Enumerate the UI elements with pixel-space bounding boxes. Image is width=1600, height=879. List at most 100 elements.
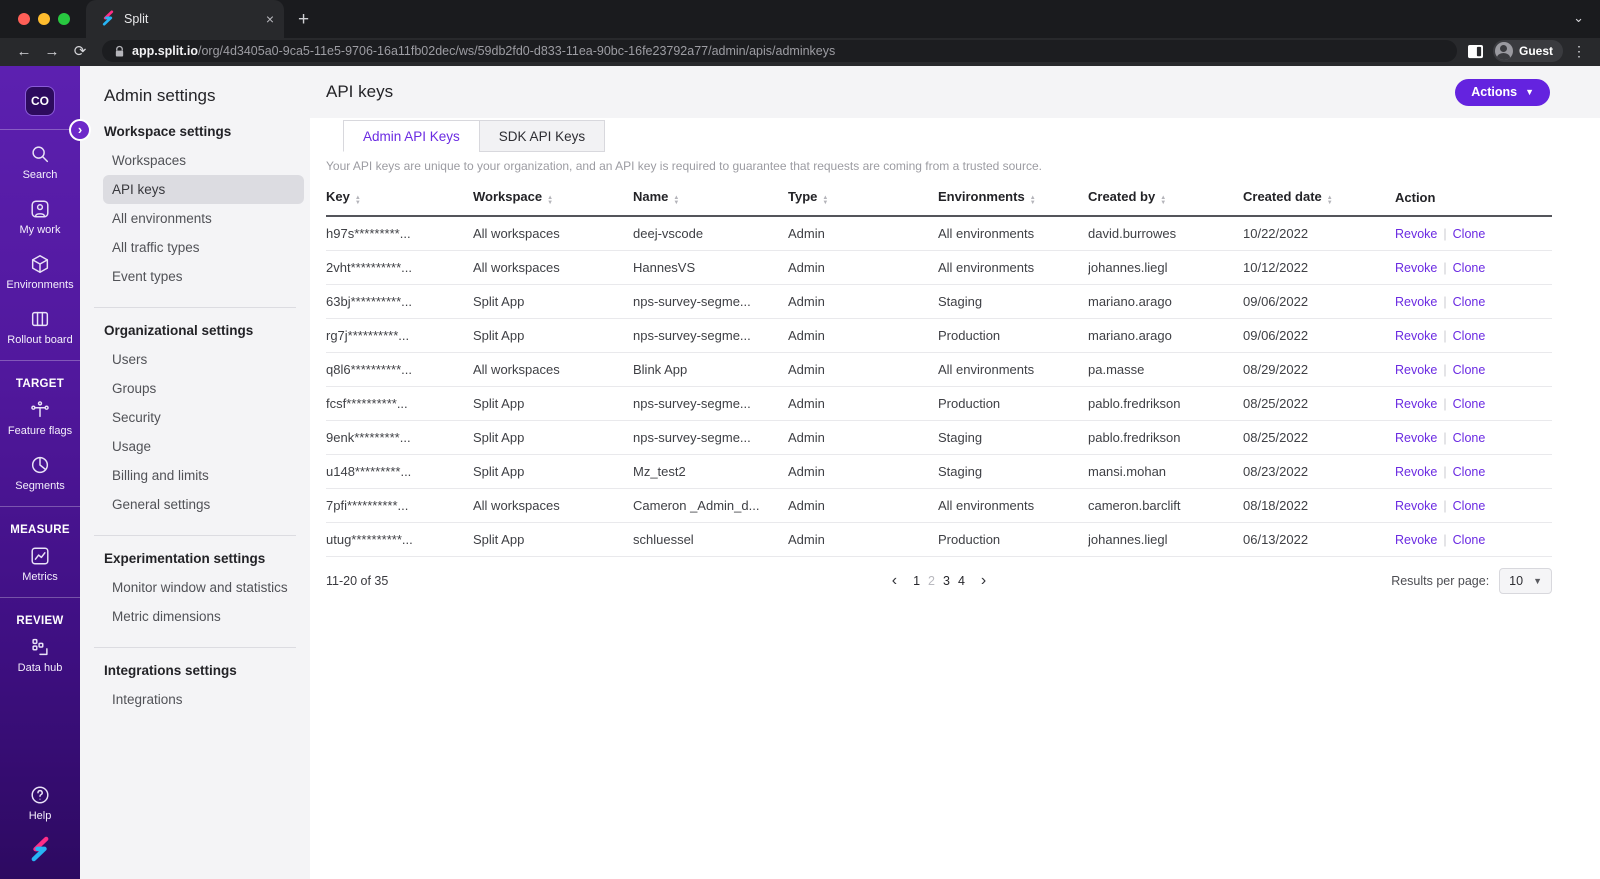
sidebar-item-search[interactable]: Search — [0, 143, 80, 181]
clone-link[interactable]: Clone — [1453, 465, 1486, 479]
forward-button[interactable]: → — [40, 44, 64, 59]
settings-nav-item-all-environments[interactable]: All environments — [103, 204, 304, 233]
sidebar-item-rollout-board[interactable]: Rollout board — [0, 308, 80, 346]
table-row: 9enk*********... Split App nps-survey-segm… — [326, 420, 1552, 455]
page-number-1[interactable]: 1 — [913, 574, 920, 588]
settings-nav-item-api-keys[interactable]: API keys — [103, 175, 304, 204]
clone-link[interactable]: Clone — [1453, 397, 1486, 411]
pagination: ‹ 1234 › — [888, 572, 990, 589]
close-window-button[interactable] — [18, 13, 30, 25]
cell-environments: All environments — [938, 488, 1088, 523]
results-per-page-value: 10 — [1509, 573, 1524, 588]
settings-nav-item-general-settings[interactable]: General settings — [103, 490, 304, 519]
pagination-prev-icon[interactable]: ‹ — [888, 572, 901, 589]
sidebar-item-label: Metrics — [22, 571, 58, 583]
revoke-link[interactable]: Revoke — [1395, 465, 1437, 479]
actions-button[interactable]: Actions ▼ — [1455, 78, 1550, 106]
cell-created-date: 08/25/2022 — [1243, 420, 1395, 455]
browser-tab[interactable]: Split × — [86, 0, 284, 38]
maximize-window-button[interactable] — [58, 13, 70, 25]
cell-name: Blink App — [633, 352, 788, 387]
settings-nav-item-usage[interactable]: Usage — [103, 432, 304, 461]
browser-profile-button[interactable]: Guest — [1492, 40, 1563, 62]
page-number-3[interactable]: 3 — [943, 574, 950, 588]
revoke-link[interactable]: Revoke — [1395, 227, 1437, 241]
clone-link[interactable]: Clone — [1453, 499, 1486, 513]
sidebar-item-label: Rollout board — [7, 334, 73, 346]
workspace-badge[interactable]: CO — [25, 86, 55, 116]
tab-admin-api-keys[interactable]: Admin API Keys — [343, 120, 480, 152]
environments-icon — [29, 253, 51, 275]
column-header-environments[interactable]: Environments ▲ ▼ — [938, 181, 1088, 218]
sidebar-item-feature-flags[interactable]: Feature flags — [0, 399, 80, 437]
minimize-window-button[interactable] — [38, 13, 50, 25]
cell-name: Cameron _Admin_d... — [633, 488, 788, 523]
link-separator: | — [1443, 498, 1447, 513]
pagination-next-icon[interactable]: › — [977, 572, 990, 589]
column-header-workspace[interactable]: Workspace ▲ ▼ — [473, 181, 633, 218]
sidebar-item-my-work[interactable]: My work — [0, 198, 80, 236]
revoke-link[interactable]: Revoke — [1395, 295, 1437, 309]
toolbar-right: Guest ⋮ — [1467, 40, 1590, 62]
page-number-4[interactable]: 4 — [958, 574, 965, 588]
clone-link[interactable]: Clone — [1453, 295, 1486, 309]
sidebar-item-help[interactable]: Help — [27, 784, 53, 822]
sidebar-item-segments[interactable]: Segments — [0, 454, 80, 492]
link-separator: | — [1443, 396, 1447, 411]
cell-created-date: 09/06/2022 — [1243, 284, 1395, 319]
link-separator: | — [1443, 532, 1447, 547]
cell-key: 63bj**********... — [326, 284, 473, 319]
settings-nav-item-users[interactable]: Users — [103, 345, 304, 374]
sidebar-item-label: Search — [22, 169, 58, 181]
clone-link[interactable]: Clone — [1453, 329, 1486, 343]
sidebar-divider — [0, 129, 80, 130]
revoke-link[interactable]: Revoke — [1395, 431, 1437, 445]
settings-nav-item-all-traffic-types[interactable]: All traffic types — [103, 233, 304, 262]
cell-workspace: Split App — [473, 386, 633, 421]
settings-nav-item-metric-dimensions[interactable]: Metric dimensions — [103, 602, 304, 631]
close-tab-icon[interactable]: × — [266, 11, 274, 27]
clone-link[interactable]: Clone — [1453, 261, 1486, 275]
column-header-type[interactable]: Type ▲ ▼ — [788, 181, 938, 218]
sidebar-expand-button[interactable]: › — [69, 119, 91, 141]
tab-search-chevron-icon[interactable]: ⌄ — [1573, 10, 1584, 26]
revoke-link[interactable]: Revoke — [1395, 397, 1437, 411]
browser-menu-icon[interactable]: ⋮ — [1572, 43, 1586, 60]
reload-button[interactable]: ⟳ — [68, 44, 92, 59]
revoke-link[interactable]: Revoke — [1395, 499, 1437, 513]
settings-nav-item-workspaces[interactable]: Workspaces — [103, 146, 304, 175]
settings-nav-item-groups[interactable]: Groups — [103, 374, 304, 403]
clone-link[interactable]: Clone — [1453, 363, 1486, 377]
column-header-created-date[interactable]: Created date ▲ ▼ — [1243, 181, 1395, 218]
column-header-name[interactable]: Name ▲ ▼ — [633, 181, 788, 218]
settings-nav-item-integrations[interactable]: Integrations — [103, 685, 304, 714]
settings-nav-item-billing-and-limits[interactable]: Billing and limits — [103, 461, 304, 490]
browser-toolbar: ← → ⟳ app.split.io/org/4d3405a0-9ca5-11e… — [0, 38, 1600, 66]
sidebar-item-environments[interactable]: Environments — [0, 253, 80, 291]
revoke-link[interactable]: Revoke — [1395, 363, 1437, 377]
clone-link[interactable]: Clone — [1453, 533, 1486, 547]
url-bar[interactable]: app.split.io/org/4d3405a0-9ca5-11e5-9706… — [102, 40, 1457, 62]
results-per-page-select[interactable]: 10 ▼ — [1499, 567, 1552, 594]
cell-key: h97s*********... — [326, 216, 473, 251]
cell-type: Admin — [788, 488, 938, 523]
revoke-link[interactable]: Revoke — [1395, 329, 1437, 343]
revoke-link[interactable]: Revoke — [1395, 261, 1437, 275]
my-work-icon — [29, 198, 51, 220]
main-content: API keys Actions ▼ Admin API Keys SDK API… — [310, 66, 1600, 879]
clone-link[interactable]: Clone — [1453, 431, 1486, 445]
column-header-created-by[interactable]: Created by ▲ ▼ — [1088, 181, 1243, 218]
settings-nav-item-monitor-window-and-statistics[interactable]: Monitor window and statistics — [103, 573, 304, 602]
column-header-key[interactable]: Key ▲ ▼ — [326, 181, 473, 218]
back-button[interactable]: ← — [12, 44, 36, 59]
new-tab-button[interactable]: + — [298, 10, 309, 29]
revoke-link[interactable]: Revoke — [1395, 533, 1437, 547]
settings-nav-item-event-types[interactable]: Event types — [103, 262, 304, 291]
sidebar-item-metrics[interactable]: Metrics — [0, 545, 80, 583]
side-panel-icon[interactable] — [1467, 44, 1484, 59]
tab-sdk-api-keys[interactable]: SDK API Keys — [478, 120, 606, 152]
clone-link[interactable]: Clone — [1453, 227, 1486, 241]
sidebar-item-data-hub[interactable]: Data hub — [0, 636, 80, 674]
cell-workspace: All workspaces — [473, 250, 633, 285]
settings-nav-item-security[interactable]: Security — [103, 403, 304, 432]
